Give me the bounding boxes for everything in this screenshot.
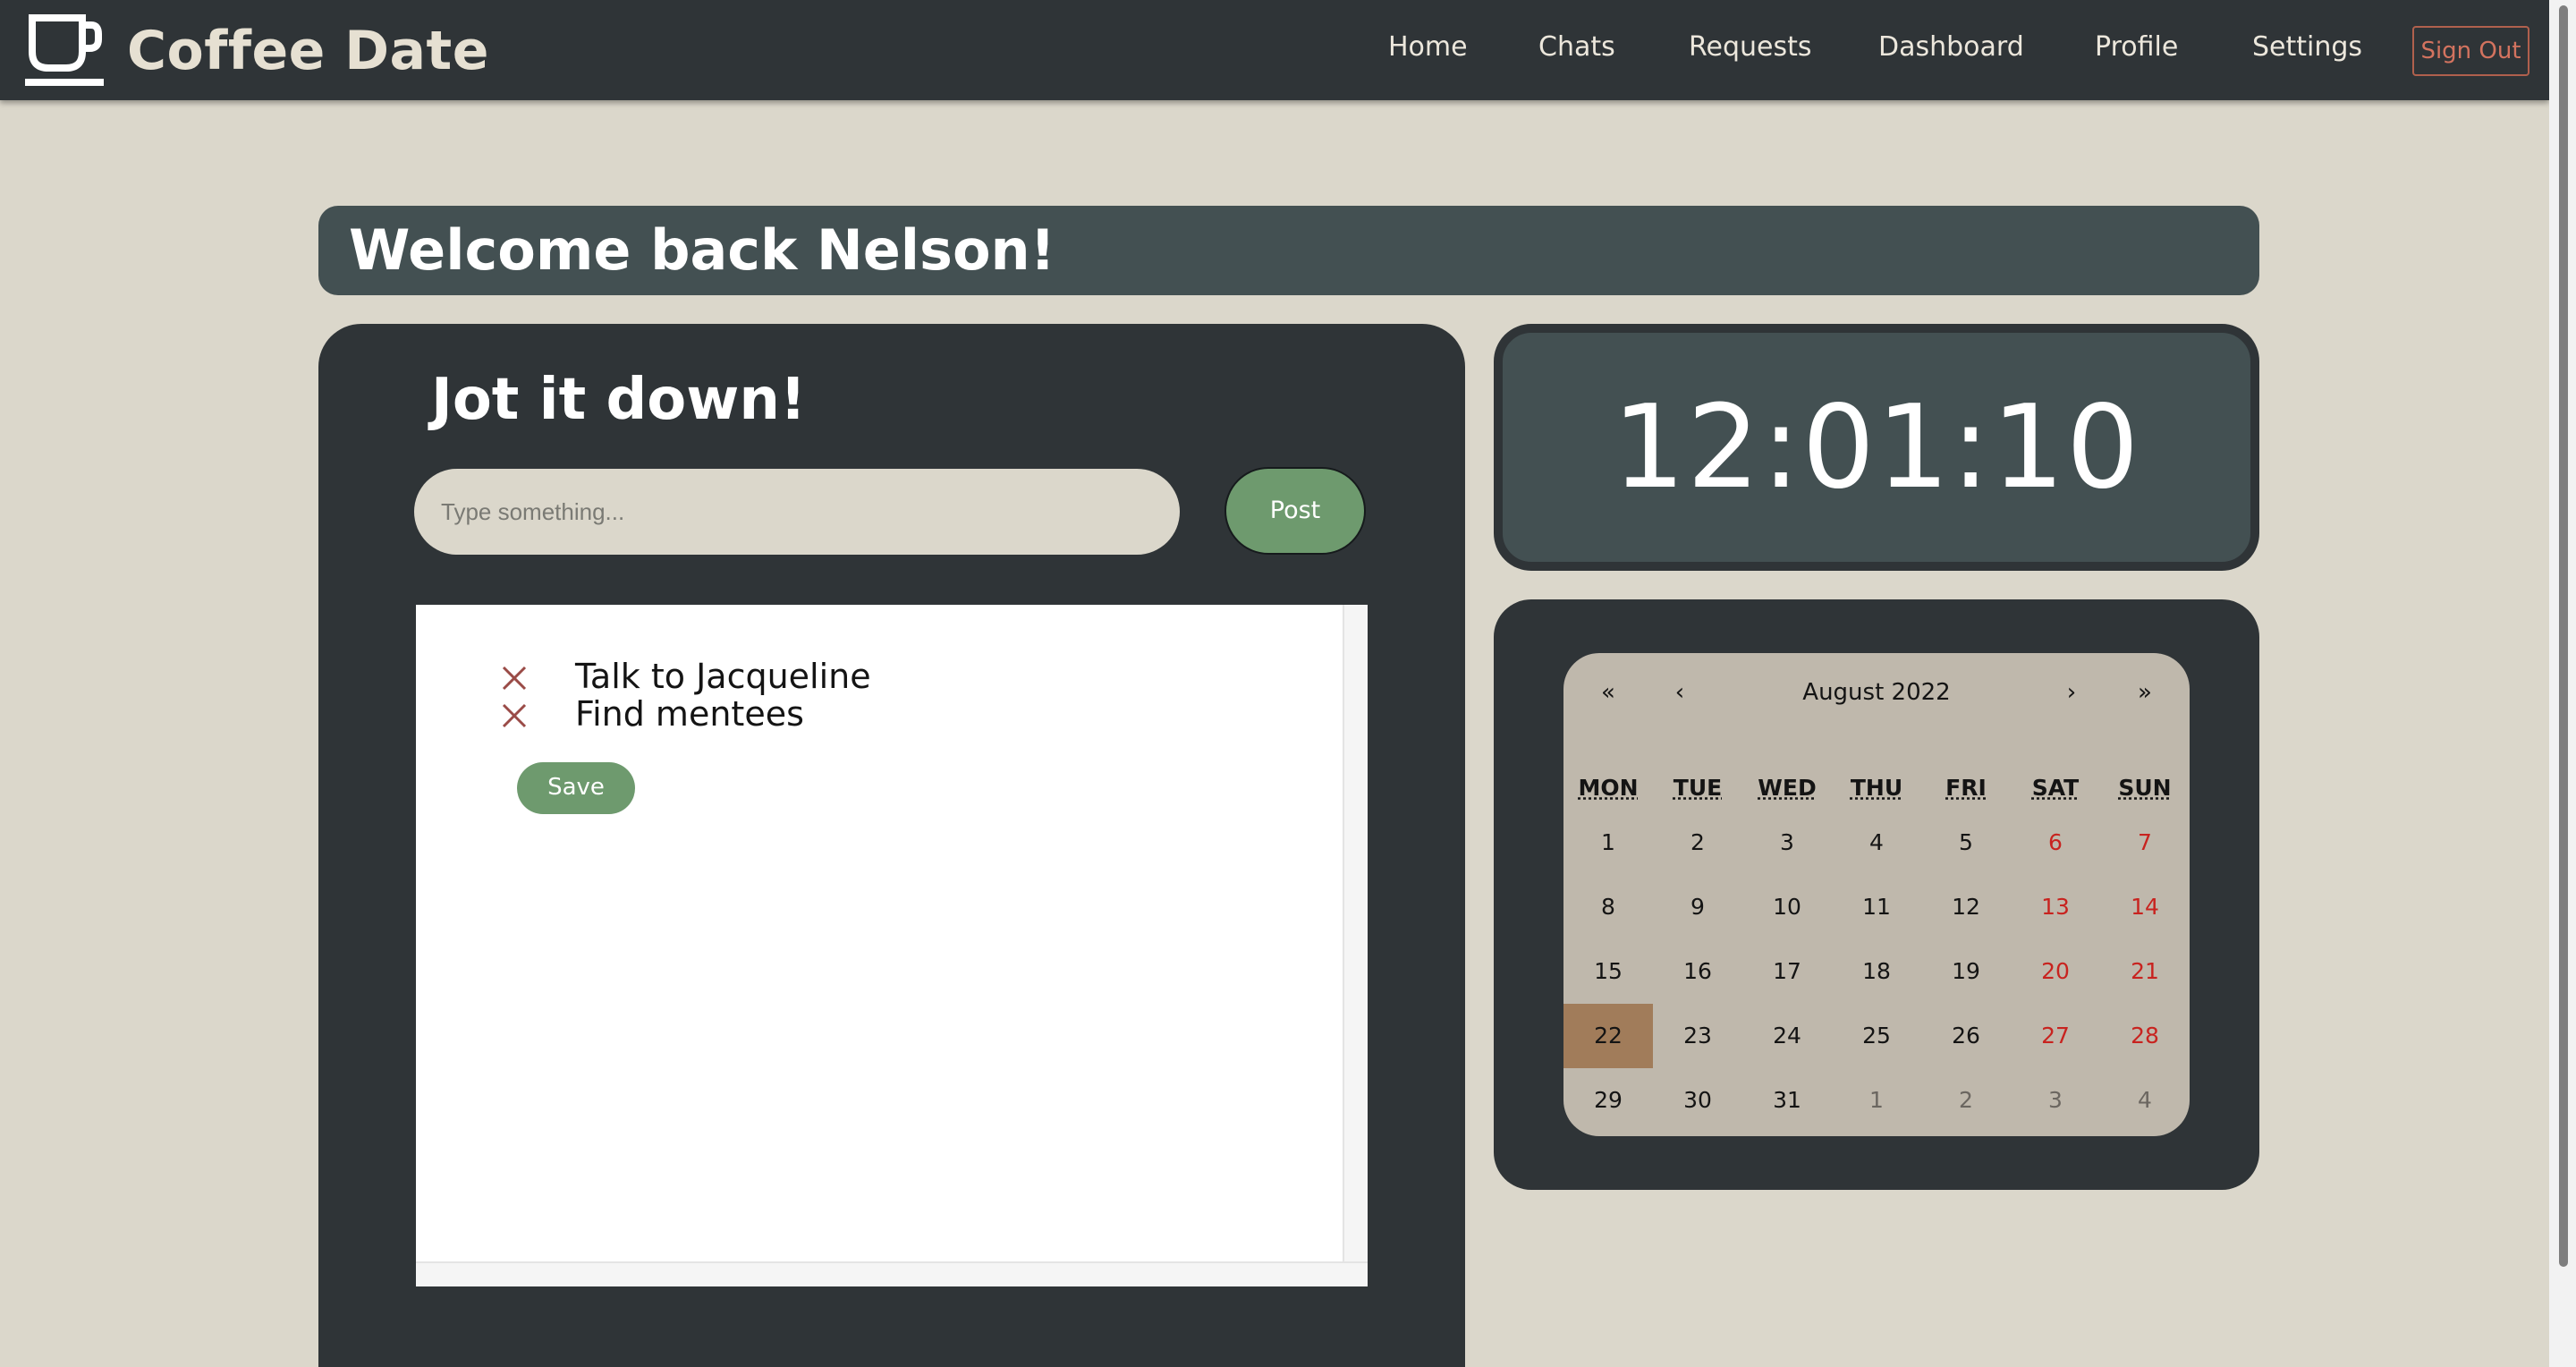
calendar-day[interactable]: 19 xyxy=(1921,939,2011,1004)
notes-vertical-scrollbar[interactable] xyxy=(1343,605,1368,1261)
welcome-text: Welcome back Nelson! xyxy=(349,217,1055,283)
next-year-button[interactable]: » xyxy=(2118,671,2172,714)
calendar-month-label[interactable]: August 2022 xyxy=(1698,671,2055,714)
nav-settings[interactable]: Settings xyxy=(2252,27,2362,68)
weekday-label: TUE xyxy=(1673,775,1723,801)
nav-links: Home Chats Requests Dashboard Profile Se… xyxy=(0,27,2549,72)
note-input[interactable] xyxy=(414,469,1180,555)
calendar-day[interactable]: 30 xyxy=(1653,1068,1742,1133)
calendar-day[interactable]: 8 xyxy=(1563,875,1653,939)
calendar-day[interactable]: 4 xyxy=(1832,811,1921,875)
nav-profile[interactable]: Profile xyxy=(2095,27,2178,68)
calendar-day[interactable]: 21 xyxy=(2100,939,2190,1004)
calendar-day[interactable]: 3 xyxy=(1742,811,1832,875)
post-button[interactable]: Post xyxy=(1224,467,1366,555)
note-text: Talk to Jacqueline xyxy=(575,657,871,696)
calendar: « ‹ August 2022 › » MON TUE WED THU FRI … xyxy=(1563,653,2190,1136)
calendar-day[interactable]: 3 xyxy=(2011,1068,2100,1133)
calendar-day-selected[interactable]: 22 xyxy=(1563,1004,1653,1068)
delete-note-icon[interactable] xyxy=(498,700,530,732)
calendar-day[interactable]: 6 xyxy=(2011,811,2100,875)
notes-horizontal-scrollbar[interactable] xyxy=(416,1261,1368,1286)
weekday-label: THU xyxy=(1850,775,1903,801)
page-scrollbar-thumb[interactable] xyxy=(2559,5,2568,1267)
welcome-banner: Welcome back Nelson! xyxy=(318,206,2259,295)
page-scrollbar[interactable] xyxy=(2549,0,2576,1367)
calendar-day[interactable]: 10 xyxy=(1742,875,1832,939)
calendar-day[interactable]: 5 xyxy=(1921,811,2011,875)
jot-title: Jot it down! xyxy=(431,367,807,433)
prev-year-button[interactable]: « xyxy=(1581,671,1635,714)
clock-panel: 12:01:10 xyxy=(1494,324,2259,571)
calendar-day[interactable]: 24 xyxy=(1742,1004,1832,1068)
calendar-day[interactable]: 4 xyxy=(2100,1068,2190,1133)
calendar-day[interactable]: 26 xyxy=(1921,1004,2011,1068)
calendar-day[interactable]: 2 xyxy=(1921,1068,2011,1133)
next-month-button[interactable]: › xyxy=(2054,671,2089,714)
nav-requests[interactable]: Requests xyxy=(1689,27,1812,68)
weekday-label: SUN xyxy=(2118,775,2172,801)
calendar-day[interactable]: 7 xyxy=(2100,811,2190,875)
calendar-day[interactable]: 1 xyxy=(1563,811,1653,875)
delete-note-icon[interactable] xyxy=(498,662,530,694)
calendar-day[interactable]: 9 xyxy=(1653,875,1742,939)
weekday-label: MON xyxy=(1578,775,1639,801)
calendar-day[interactable]: 12 xyxy=(1921,875,2011,939)
calendar-day[interactable]: 14 xyxy=(2100,875,2190,939)
notes-box: Talk to Jacqueline Find mentees Save xyxy=(416,605,1368,1286)
calendar-day[interactable]: 2 xyxy=(1653,811,1742,875)
sign-out-button[interactable]: Sign Out xyxy=(2412,26,2529,76)
nav-chats[interactable]: Chats xyxy=(1538,27,1615,68)
weekday-label: FRI xyxy=(1945,775,1987,801)
save-button[interactable]: Save xyxy=(517,762,635,814)
weekday-label: WED xyxy=(1758,775,1817,801)
nav-dashboard[interactable]: Dashboard xyxy=(1878,27,2024,68)
calendar-day[interactable]: 18 xyxy=(1832,939,1921,1004)
calendar-weekdays: MON TUE WED THU FRI SAT SUN xyxy=(1563,769,2190,807)
calendar-day[interactable]: 25 xyxy=(1832,1004,1921,1068)
nav-home[interactable]: Home xyxy=(1388,27,1468,68)
note-text: Find mentees xyxy=(575,694,804,734)
clock-time: 12:01:10 xyxy=(1612,380,2141,514)
calendar-day[interactable]: 23 xyxy=(1653,1004,1742,1068)
calendar-day[interactable]: 15 xyxy=(1563,939,1653,1004)
calendar-day[interactable]: 16 xyxy=(1653,939,1742,1004)
calendar-day[interactable]: 28 xyxy=(2100,1004,2190,1068)
calendar-panel: « ‹ August 2022 › » MON TUE WED THU FRI … xyxy=(1494,599,2259,1190)
calendar-day[interactable]: 13 xyxy=(2011,875,2100,939)
calendar-day[interactable]: 29 xyxy=(1563,1068,1653,1133)
calendar-day[interactable]: 1 xyxy=(1832,1068,1921,1133)
calendar-day[interactable]: 27 xyxy=(2011,1004,2100,1068)
calendar-day[interactable]: 20 xyxy=(2011,939,2100,1004)
calendar-day[interactable]: 31 xyxy=(1742,1068,1832,1133)
weekday-label: SAT xyxy=(2031,775,2080,801)
calendar-day[interactable]: 11 xyxy=(1832,875,1921,939)
calendar-days-grid: 1 2 3 4 5 6 7 8 9 10 11 12 13 14 15 16 17 18 19 20 21 22 23 24 2… xyxy=(1563,811,2190,1133)
calendar-day[interactable]: 17 xyxy=(1742,939,1832,1004)
navbar: Coffee Date Home Chats Requests Dashboar… xyxy=(0,0,2549,100)
prev-month-button[interactable]: ‹ xyxy=(1662,671,1698,714)
jot-panel: Jot it down! Post Talk to Jacqueline Fin… xyxy=(318,324,1465,1367)
